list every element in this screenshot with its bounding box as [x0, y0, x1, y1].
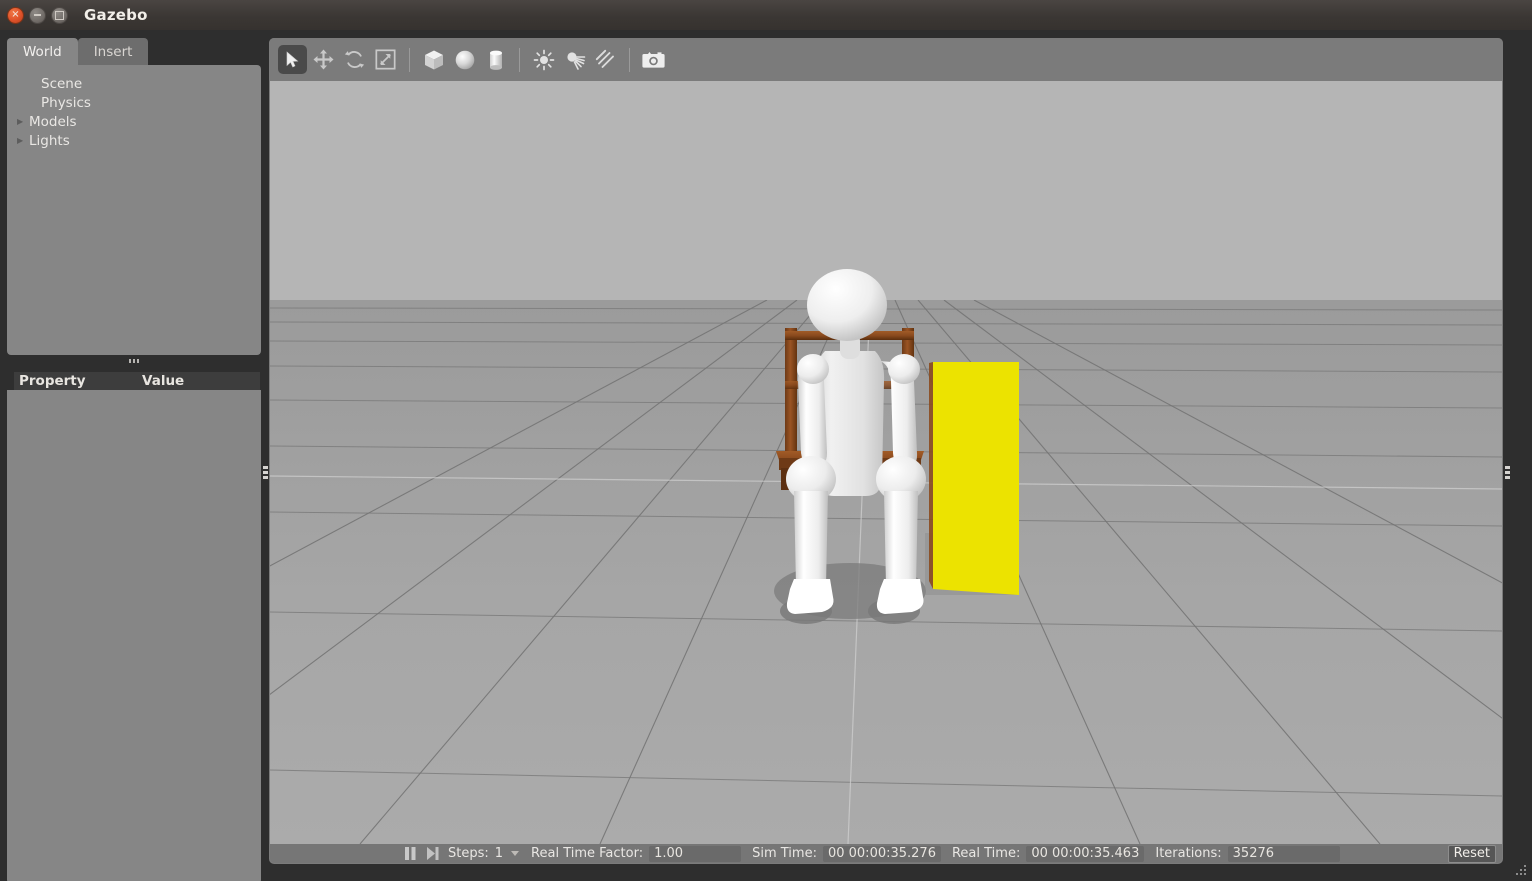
point-light-icon [533, 49, 555, 71]
splitter-grip-icon [263, 466, 268, 479]
sim-time-label: Sim Time: [752, 846, 817, 861]
real-time-factor-value: 1.00 [649, 846, 741, 862]
real-time-factor-label: Real Time Factor: [531, 846, 643, 861]
scale-mode-button[interactable] [371, 45, 400, 74]
left-panel: World Insert Scene Physics ▶ Models [7, 38, 261, 881]
tree-item-lights-label: Lights [29, 133, 70, 149]
real-time-label: Real Time: [952, 846, 1020, 861]
tab-insert-label: Insert [94, 44, 133, 60]
translate-mode-button[interactable] [309, 45, 338, 74]
toolbar-separator [519, 48, 520, 72]
tree-item-lights[interactable]: ▶ Lights [17, 131, 261, 150]
insert-cylinder-button[interactable] [481, 45, 510, 74]
panel-horizontal-splitter[interactable] [7, 356, 261, 365]
3d-viewport[interactable] [270, 81, 1502, 844]
reset-button-label: Reset [1454, 846, 1490, 861]
steps-value[interactable]: 1 [495, 846, 503, 861]
tree-item-models-label: Models [29, 114, 77, 130]
insert-sphere-button[interactable] [450, 45, 479, 74]
iterations-value: 35276 [1228, 846, 1340, 862]
box-icon [423, 49, 445, 71]
property-table-body[interactable] [7, 390, 261, 881]
iterations-label: Iterations: [1155, 846, 1221, 861]
minimize-window-button[interactable] [29, 7, 46, 24]
step-forward-icon [425, 846, 439, 861]
splitter-grip-icon [1505, 466, 1510, 479]
insert-spot-light-button[interactable] [560, 45, 589, 74]
yellow-panel[interactable] [270, 81, 1502, 844]
toolbar-separator [629, 48, 630, 72]
world-tree-panel: Scene Physics ▶ Models ▶ Lights [7, 65, 261, 355]
toolbar-separator [409, 48, 410, 72]
render-widget: Steps: 1 Real Time Factor: 1.00 Sim Time… [269, 38, 1503, 864]
tree-item-scene[interactable]: Scene [17, 74, 261, 93]
window-body: World Insert Scene Physics ▶ Models [0, 30, 1532, 881]
select-mode-button[interactable] [278, 45, 307, 74]
right-splitter[interactable] [1503, 68, 1512, 876]
sphere-icon [454, 49, 476, 71]
chevron-down-icon[interactable] [511, 851, 519, 856]
rotate-mode-button[interactable] [340, 45, 369, 74]
pause-icon [403, 846, 417, 861]
left-splitter[interactable] [261, 68, 269, 876]
insert-point-light-button[interactable] [529, 45, 558, 74]
spot-light-icon [564, 49, 586, 71]
tree-item-physics-label: Physics [29, 95, 91, 111]
pause-button[interactable] [403, 846, 417, 861]
chevron-right-icon[interactable]: ▶ [17, 118, 29, 126]
directional-light-icon [595, 49, 617, 71]
maximize-icon [52, 8, 67, 23]
window-titlebar: × Gazebo [0, 0, 1532, 30]
screenshot-button[interactable] [639, 45, 668, 74]
panel-tabbar: World Insert [7, 38, 261, 65]
value-column-header: Value [142, 373, 184, 389]
tab-insert[interactable]: Insert [78, 38, 149, 65]
tree-item-models[interactable]: ▶ Models [17, 112, 261, 131]
render-toolbar [269, 38, 1503, 81]
resize-grip-icon[interactable] [1514, 863, 1528, 877]
gazebo-window: × Gazebo World Insert Sce [0, 0, 1532, 881]
tab-world[interactable]: World [7, 38, 78, 65]
close-icon: × [8, 8, 23, 23]
splitter-grip-icon [129, 359, 139, 363]
world-tree: Scene Physics ▶ Models ▶ Lights [7, 65, 261, 150]
insert-directional-light-button[interactable] [591, 45, 620, 74]
maximize-window-button[interactable] [51, 7, 68, 24]
real-time-value: 00 00:00:35.463 [1026, 846, 1144, 862]
insert-box-button[interactable] [419, 45, 448, 74]
steps-label: Steps: [448, 846, 489, 861]
minimize-icon [30, 8, 45, 23]
close-window-button[interactable]: × [7, 7, 24, 24]
translate-icon [313, 49, 334, 70]
tab-world-label: World [23, 44, 62, 60]
chevron-right-icon[interactable]: ▶ [17, 137, 29, 145]
rotate-icon [344, 49, 365, 70]
sim-time-value: 00 00:00:35.276 [823, 846, 941, 862]
property-column-header: Property [14, 373, 142, 389]
tree-item-physics[interactable]: Physics [17, 93, 261, 112]
property-table-header: Property Value [14, 372, 260, 390]
tree-item-scene-label: Scene [29, 76, 82, 92]
simulation-statusbar: Steps: 1 Real Time Factor: 1.00 Sim Time… [270, 844, 1502, 863]
step-forward-button[interactable] [425, 846, 439, 861]
camera-icon [642, 50, 665, 70]
scale-icon [375, 49, 396, 70]
cylinder-icon [485, 49, 507, 71]
reset-button[interactable]: Reset [1448, 845, 1496, 863]
window-title: Gazebo [84, 6, 148, 24]
arrow-cursor-icon [283, 50, 302, 69]
